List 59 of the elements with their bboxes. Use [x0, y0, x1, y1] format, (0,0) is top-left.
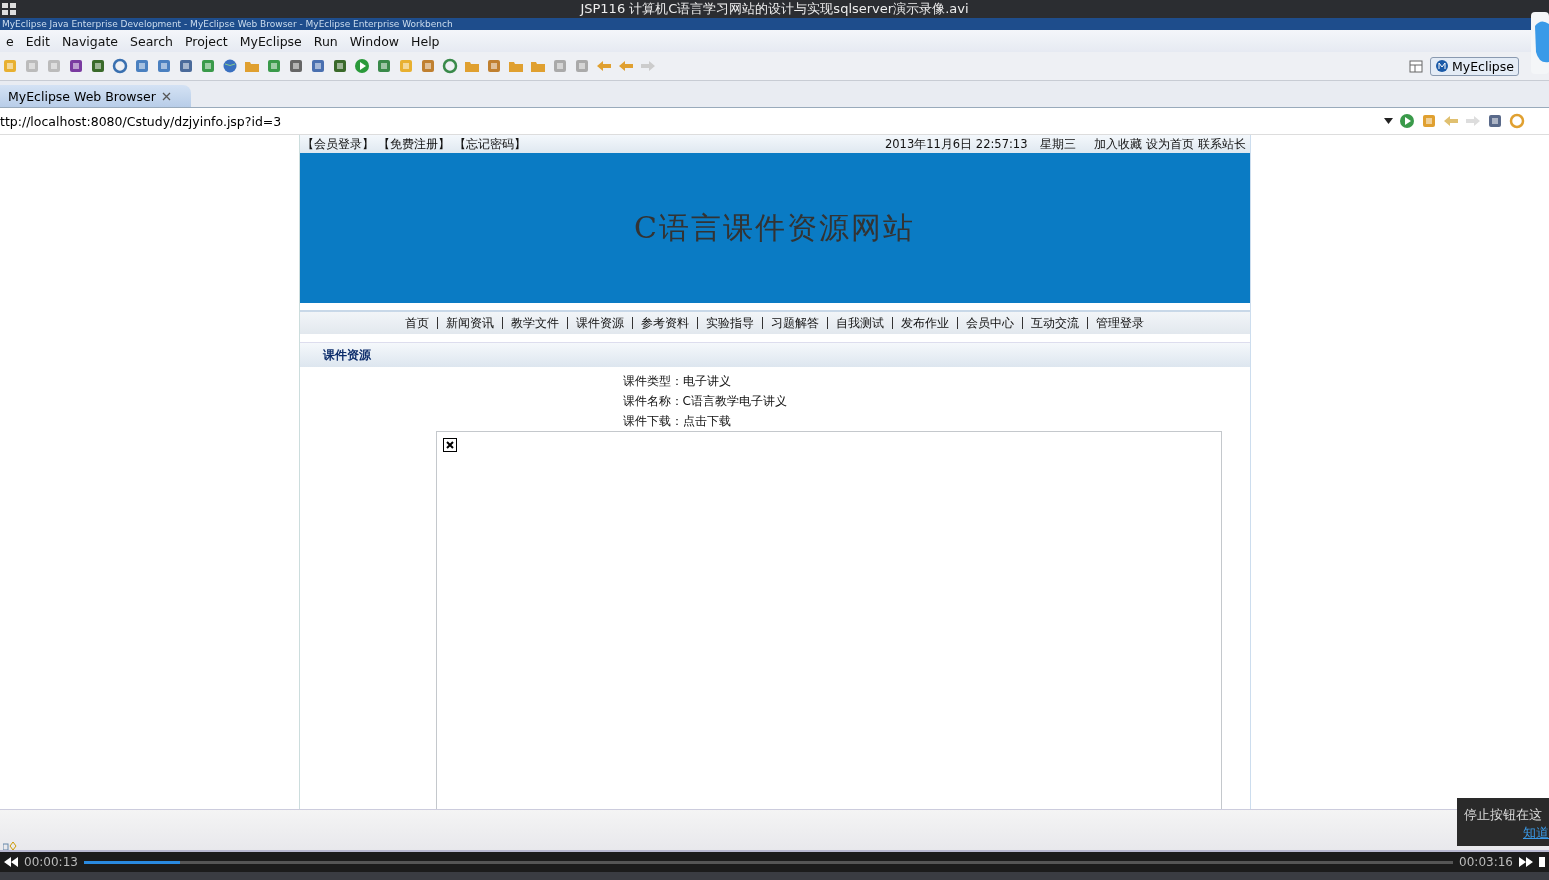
close-icon[interactable]	[161, 91, 171, 101]
top-link[interactable]: 设为首页	[1145, 136, 1194, 152]
globe-icon[interactable]	[222, 58, 238, 74]
top-link[interactable]: 加入收藏	[1093, 136, 1142, 152]
menu-item[interactable]: Project	[178, 33, 234, 49]
progress-bar[interactable]	[83, 860, 1454, 864]
detail-line: 课件类型：电子讲义	[622, 373, 731, 389]
nav-link[interactable]: 习题解答	[762, 317, 827, 329]
top-link[interactable]: 【免费注册】	[377, 136, 450, 152]
back-arrow-icon[interactable]	[1443, 113, 1459, 129]
detail-line: 课件下载：点击下载	[622, 413, 731, 429]
menu-icon[interactable]	[2, 3, 16, 15]
weekday: 星期三	[1039, 136, 1076, 152]
perspective-button[interactable]: MyEclipse	[1429, 56, 1519, 76]
nav-link[interactable]: 管理登录	[1087, 317, 1152, 329]
rewind-icon[interactable]	[4, 857, 18, 867]
status-icon	[3, 842, 17, 850]
top-link[interactable]: 联系站长	[1197, 136, 1246, 152]
nav-link[interactable]: 发布作业	[892, 317, 957, 329]
tooltip-text: 停止按钮在这	[1464, 807, 1542, 822]
menu-item[interactable]: Run	[307, 33, 344, 49]
menu-item[interactable]: Help	[405, 33, 446, 49]
nav-link[interactable]: 新闻资讯	[437, 317, 502, 329]
top-link[interactable]: 【忘记密码】	[453, 136, 526, 152]
play-icon[interactable]	[354, 58, 370, 74]
top-link[interactable]: 【会员登录】	[301, 136, 374, 152]
menu-item[interactable]: Search	[124, 33, 179, 49]
detail-line: 课件名称：C语言教学电子讲义	[622, 393, 787, 409]
app-icon[interactable]	[1531, 12, 1549, 74]
window-icon[interactable]	[1407, 58, 1424, 74]
back-arrow-icon[interactable]	[596, 58, 612, 74]
menu-item[interactable]: Window	[343, 33, 406, 49]
nav-link[interactable]: 教学文件	[502, 317, 567, 329]
total-time: 00:03:16	[1459, 855, 1513, 869]
section-title: 课件资源	[322, 346, 371, 364]
browser-tab[interactable]: MyEclipse Web Browser	[0, 85, 191, 107]
logo-icon	[1434, 59, 1449, 73]
nav-link[interactable]: 课件资源	[567, 317, 632, 329]
nav-link[interactable]: 实验指导	[697, 317, 762, 329]
nav-link[interactable]: 首页	[397, 317, 437, 329]
broken-image-icon	[442, 438, 457, 452]
nav-link[interactable]: 自我测试	[827, 317, 892, 329]
back-arrow-icon[interactable]	[618, 58, 634, 74]
site-title: C语言课件资源网站	[634, 208, 915, 247]
dropdown-arrow-icon[interactable]	[1384, 118, 1393, 124]
menu-item[interactable]: Navigate	[55, 33, 124, 49]
stop-icon[interactable]	[1487, 113, 1503, 129]
menu-item[interactable]: e	[0, 33, 20, 49]
tooltip-link[interactable]: 知道	[1464, 824, 1549, 842]
menu-item[interactable]: MyEclipse	[233, 33, 308, 49]
elapsed-time: 00:00:13	[24, 855, 78, 869]
nav-link[interactable]: 互动交流	[1022, 317, 1087, 329]
menu-item[interactable]: Edit	[19, 33, 56, 49]
nav-link[interactable]: 参考资料	[632, 317, 697, 329]
play-icon[interactable]	[1399, 113, 1415, 129]
fast-forward-icon[interactable]	[1519, 857, 1533, 867]
video-title: JSP116 计算机C语言学习网站的设计与实现sqlserver演示录像.avi	[580, 0, 969, 18]
nav-link[interactable]: 会员中心	[957, 317, 1022, 329]
date-time: 2013年11月6日 22:57:13	[884, 136, 1028, 152]
